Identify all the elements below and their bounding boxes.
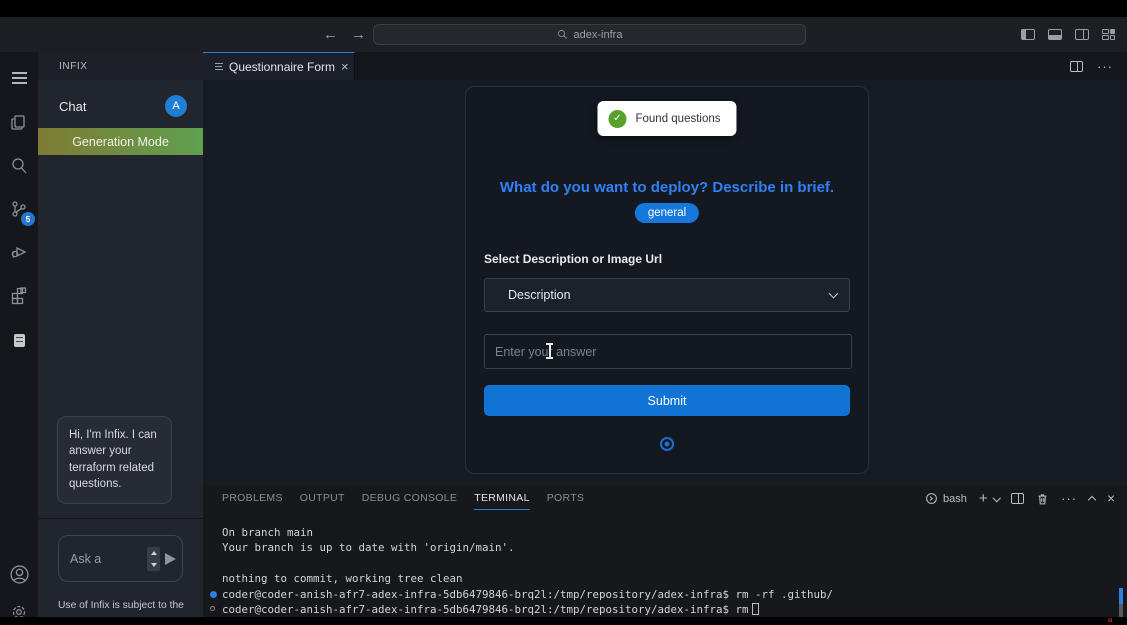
account-icon[interactable] [0,555,38,593]
extensions-icon[interactable] [0,276,38,314]
stepper-control[interactable] [147,547,160,571]
toast-text: Found questions [635,113,720,125]
description-select[interactable]: Description [484,278,850,312]
terminal-prompt-line: coder@coder-anish-afr7-adex-infra-5db647… [222,587,1107,602]
answer-input[interactable] [484,334,852,369]
terminal-line: On branch main [222,525,1107,540]
command-text: rm -rf .github/ [729,588,833,601]
chat-header-row: Chat A [38,92,203,120]
toggle-secondary-sidebar-icon[interactable] [1075,29,1089,40]
bottom-panel: PROBLEMS OUTPUT DEBUG CONSOLE TERMINAL P… [203,485,1127,625]
question-category-badge: general [635,203,699,223]
nav-forward-icon[interactable]: → [351,26,366,43]
bash-icon [925,492,938,505]
activity-bar: 5 [0,52,38,617]
submit-button[interactable]: Submit [484,385,850,416]
kill-terminal-icon[interactable] [1036,492,1049,506]
terminal-scrollbar-thumb-secondary[interactable] [1119,604,1123,618]
tab-debug-console[interactable]: DEBUG CONSOLE [362,492,458,510]
nav-back-icon[interactable]: ← [323,26,338,43]
terminal-output[interactable]: On branch main Your branch is up to date… [222,525,1107,617]
menu-icon[interactable] [0,59,38,97]
infix-sidebar: INFIX Chat A Generation Mode Hi, I'm Inf… [38,52,203,617]
select-field-label: Select Description or Image Url [484,252,662,266]
explorer-icon[interactable] [0,104,38,142]
chat-label: Chat [59,99,165,114]
search-icon [557,29,568,40]
generation-mode-button[interactable]: Generation Mode [38,128,203,155]
toggle-sidebar-icon[interactable] [1021,29,1035,40]
chevron-down-icon [829,288,839,298]
close-panel-icon[interactable]: × [1107,492,1115,506]
tab-close-icon[interactable]: × [341,60,349,73]
avatar[interactable]: A [165,95,187,117]
questionnaire-webview: ✓ Found questions What do you want to de… [203,80,1127,485]
maximize-panel-icon[interactable] [1088,496,1096,504]
shell-label: bash [943,493,967,505]
tab-output[interactable]: OUTPUT [300,492,345,510]
success-check-icon: ✓ [608,110,626,128]
new-terminal-icon[interactable]: + [979,491,988,506]
terminal-line: nothing to commit, working tree clean [222,571,1107,586]
customize-layout-icon[interactable] [1102,29,1117,41]
tab-problems[interactable]: PROBLEMS [222,492,283,510]
prompt-text: coder@coder-anish-afr7-adex-infra-5db647… [222,588,729,601]
form-tab-icon [215,63,223,71]
command-success-marker [210,591,217,598]
terminal-prompt-line: coder@coder-anish-afr7-adex-infra-5db647… [222,602,1107,617]
toggle-panel-icon[interactable] [1048,29,1062,40]
question-heading: What do you want to deploy? Describe in … [466,179,868,196]
terminal-dropdown-icon[interactable] [992,494,1000,502]
app-window: ← → adex-infra 5 [0,0,1127,625]
command-pending-marker [210,606,215,611]
status-red-mark: u [1108,617,1112,625]
source-control-icon[interactable]: 5 [0,190,38,228]
send-icon[interactable] [165,553,176,565]
command-center-search[interactable]: adex-infra [373,24,806,45]
questionnaire-card: ✓ Found questions What do you want to de… [465,86,869,474]
sidebar-divider [38,518,203,519]
infix-extension-icon[interactable] [0,321,38,359]
terminal-line: Your branch is up to date with 'origin/m… [222,540,1107,555]
scm-badge: 5 [21,212,35,226]
shell-selector[interactable]: bash [925,492,967,505]
split-terminal-icon[interactable] [1011,493,1024,504]
command-text: rm [729,603,749,616]
title-bar: ← → adex-infra [0,17,1127,52]
bottom-letterbox: u [0,617,1127,625]
terminal-cursor [752,603,759,615]
tab-questionnaire-form[interactable]: Questionnaire Form × [203,52,355,80]
editor-tab-bar: Questionnaire Form × ··· [203,52,1127,80]
top-letterbox [0,0,1127,17]
run-debug-icon[interactable] [0,233,38,271]
editor-area: Questionnaire Form × ··· ✓ Found questio… [203,52,1127,625]
found-questions-toast: ✓ Found questions [597,101,736,136]
ask-input[interactable] [70,552,147,566]
workspace-name: adex-infra [574,29,623,41]
select-value: Description [508,288,830,302]
sidebar-title: INFIX [38,52,203,80]
editor-more-actions-icon[interactable]: ··· [1097,59,1113,74]
tab-terminal[interactable]: TERMINAL [474,492,530,510]
terminal-line [222,556,1107,571]
tab-title: Questionnaire Form [229,60,335,74]
prompt-text: coder@coder-anish-afr7-adex-infra-5db647… [222,603,729,616]
tab-ports[interactable]: PORTS [547,492,584,510]
assistant-message-bubble: Hi, I'm Infix. I can answer your terrafo… [57,416,172,504]
target-spinner-icon [660,437,674,451]
terminal-scrollbar-thumb[interactable] [1119,588,1123,604]
search-sidebar-icon[interactable] [0,147,38,185]
ask-input-box [58,535,183,582]
split-editor-icon[interactable] [1070,61,1083,72]
panel-more-actions-icon[interactable]: ··· [1061,491,1077,506]
terms-note: Use of Infix is subject to the [58,600,188,611]
